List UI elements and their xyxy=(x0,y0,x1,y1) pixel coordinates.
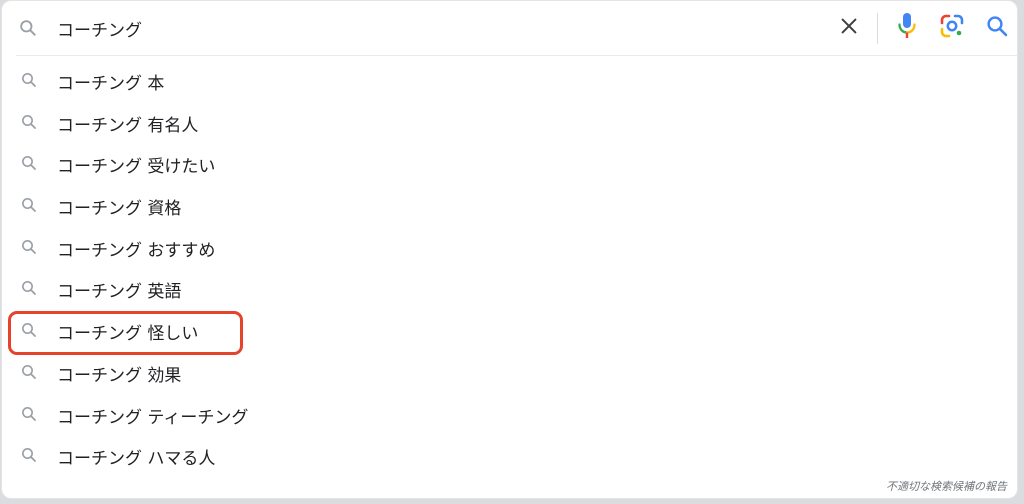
search-icon xyxy=(20,71,38,89)
suggestion-text: コーチング 怪しい xyxy=(57,324,199,345)
search-autocomplete-panel: コーチング 本 コーチング 有名人 コーチング 受けたい コーチング 資格 コー… xyxy=(1,0,1018,499)
suggestion-item[interactable]: コーチング 怪しい xyxy=(2,310,1017,352)
suggestion-text: コーチング 英語 xyxy=(57,282,182,303)
microphone-icon xyxy=(896,12,918,44)
suggestion-item[interactable]: コーチング ハマる人 xyxy=(2,435,1017,477)
search-icon xyxy=(20,154,38,172)
suggestion-text: コーチング ハマる人 xyxy=(57,449,216,470)
search-icon xyxy=(18,18,38,38)
search-icon xyxy=(20,279,38,297)
suggestion-text: コーチング おすすめ xyxy=(57,240,216,261)
suggestion-item[interactable]: コーチング ティーチング xyxy=(2,394,1017,436)
suggestion-item[interactable]: コーチング 受けたい xyxy=(2,143,1017,185)
search-icon xyxy=(20,238,38,256)
report-inappropriate-predictions-link[interactable]: 不適切な検索候補の報告 xyxy=(886,478,1007,494)
search-icon xyxy=(20,363,38,381)
suggestion-item[interactable]: コーチング おすすめ xyxy=(2,227,1017,269)
search-submit-button[interactable] xyxy=(982,13,1012,43)
search-icon xyxy=(20,196,38,214)
clear-button[interactable] xyxy=(834,13,864,43)
image-search-button[interactable] xyxy=(937,13,967,43)
search-bar xyxy=(2,1,1017,55)
search-input[interactable] xyxy=(57,11,797,45)
suggestion-text: コーチング 効果 xyxy=(57,365,182,386)
suggestion-item[interactable]: コーチング 有名人 xyxy=(2,102,1017,144)
suggestion-list: コーチング 本 コーチング 有名人 コーチング 受けたい コーチング 資格 コー… xyxy=(2,60,1017,477)
voice-search-button[interactable] xyxy=(892,13,922,43)
search-icon xyxy=(20,321,38,339)
suggestion-text: コーチング ティーチング xyxy=(57,407,249,428)
suggestion-text: コーチング 資格 xyxy=(57,199,182,220)
search-icon xyxy=(20,405,38,423)
suggestion-item[interactable]: コーチング 本 xyxy=(2,60,1017,102)
suggestion-item[interactable]: コーチング 効果 xyxy=(2,352,1017,394)
search-icon xyxy=(20,446,38,464)
suggestion-text: コーチング 本 xyxy=(57,74,165,94)
suggestion-item[interactable]: コーチング 英語 xyxy=(2,268,1017,310)
suggestion-item[interactable]: コーチング 資格 xyxy=(2,185,1017,227)
suggestion-text: コーチング 受けたい xyxy=(57,157,216,178)
suggestion-text: コーチング 有名人 xyxy=(57,115,199,136)
google-lens-icon xyxy=(939,13,965,43)
toolbar-divider xyxy=(877,13,878,44)
search-icon xyxy=(985,14,1009,42)
close-icon xyxy=(838,15,860,41)
search-bar-divider xyxy=(16,55,1018,56)
search-icon xyxy=(20,113,38,131)
